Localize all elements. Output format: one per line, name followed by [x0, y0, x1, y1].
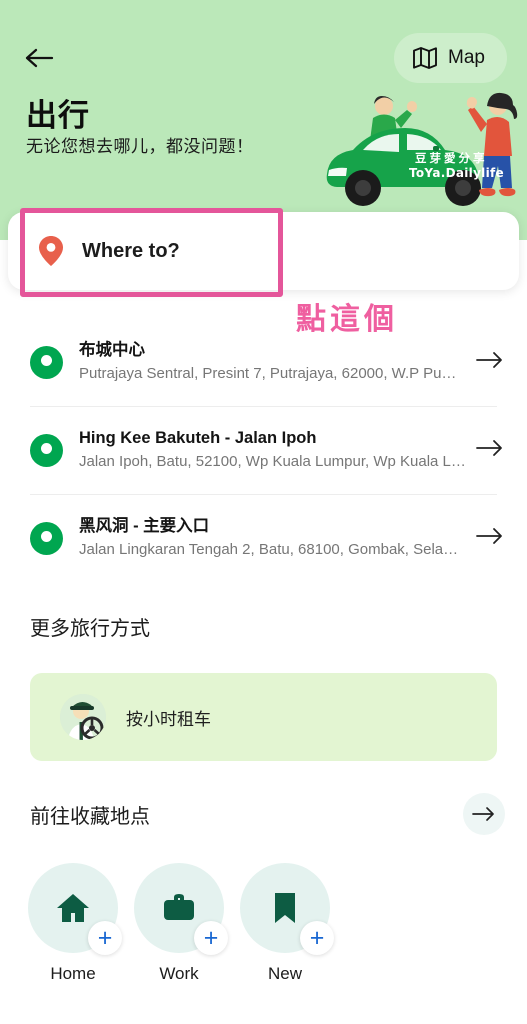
add-work-badge[interactable]: +	[194, 921, 228, 955]
bookmark-icon	[275, 893, 295, 923]
map-button[interactable]: Map	[394, 33, 507, 83]
favorites-row: + Home + Work + New	[28, 863, 334, 984]
suggestion-address: Putrajaya Sentral, Presint 7, Putrajaya,…	[79, 365, 457, 382]
suggestion-text: 布城中心 Putrajaya Sentral, Presint 7, Putra…	[79, 339, 475, 385]
driver-steering-wheel-icon	[60, 694, 106, 740]
location-pin-icon	[30, 521, 63, 555]
page-title: 出行	[26, 98, 90, 133]
hourly-rental-card[interactable]: 按小时租车	[30, 673, 497, 761]
add-new-badge[interactable]: +	[300, 921, 334, 955]
location-pin-icon	[30, 433, 63, 467]
favorite-new-circle[interactable]: +	[240, 863, 334, 955]
suggestion-list: 布城中心 Putrajaya Sentral, Presint 7, Putra…	[0, 318, 527, 582]
favorite-home[interactable]: + Home	[28, 863, 122, 984]
suggestion-title: 布城中心	[79, 341, 145, 359]
favorite-home-circle[interactable]: +	[28, 863, 122, 955]
location-pin-icon	[39, 236, 63, 266]
favorite-work-circle[interactable]: +	[134, 863, 228, 955]
briefcase-icon	[164, 894, 194, 920]
trip-planner-screen: Map 出行 无论您想去哪儿，都没问题！ 豆芽愛分享 ToYa.Dailylif…	[0, 0, 527, 1024]
arrow-right-icon	[472, 807, 494, 821]
favorites-more-button[interactable]	[463, 793, 505, 835]
favorite-home-label: Home	[50, 964, 96, 983]
car-scene-icon	[326, 92, 518, 206]
suggestion-title: 黑风洞 - 主要入口	[79, 517, 210, 535]
table-row[interactable]: Hing Kee Bakuteh - Jalan Ipoh Jalan Ipoh…	[0, 406, 527, 494]
table-row[interactable]: 黑风洞 - 主要入口 Jalan Lingkaran Tengah 2, Bat…	[0, 494, 527, 582]
header: Map 出行 无论您想去哪儿，都没问题！ 豆芽愛分享 ToYa.Dailylif…	[0, 0, 527, 240]
more-travel-heading: 更多旅行方式	[30, 618, 150, 640]
where-to-inner: Where to?	[38, 212, 180, 290]
where-to-placeholder: Where to?	[82, 239, 180, 262]
arrow-left-icon	[25, 48, 54, 68]
page-subtitle: 无论您想去哪儿，都没问题！	[26, 137, 254, 156]
suggestion-address: Jalan Ipoh, Batu, 52100, Wp Kuala Lumpur…	[79, 453, 466, 470]
suggestion-title: Hing Kee Bakuteh - Jalan Ipoh	[79, 429, 317, 447]
favorite-new[interactable]: + New	[240, 863, 334, 984]
home-icon	[57, 894, 89, 922]
hourly-rental-label: 按小时租车	[126, 709, 211, 729]
add-home-badge[interactable]: +	[88, 921, 122, 955]
map-icon	[413, 47, 437, 69]
table-row[interactable]: 布城中心 Putrajaya Sentral, Presint 7, Putra…	[0, 318, 527, 406]
where-to-search-field[interactable]: Where to?	[8, 212, 519, 290]
back-button[interactable]	[24, 38, 68, 78]
favorite-work[interactable]: + Work	[134, 863, 228, 984]
illustration-watermark-en: ToYa.Dailylife	[409, 166, 504, 180]
suggestion-text: Hing Kee Bakuteh - Jalan Ipoh Jalan Ipoh…	[79, 427, 475, 473]
arrow-right-icon[interactable]	[475, 351, 505, 374]
favorite-new-label: New	[267, 964, 302, 983]
hero-illustration: 豆芽愛分享 ToYa.Dailylife	[321, 82, 527, 212]
map-button-label: Map	[448, 47, 485, 68]
arrow-right-icon[interactable]	[475, 527, 505, 550]
favorites-heading: 前往收藏地点	[30, 806, 150, 828]
suggestion-address: Jalan Lingkaran Tengah 2, Batu, 68100, G…	[79, 541, 459, 558]
favorite-work-label: Work	[159, 964, 199, 983]
location-pin-icon	[30, 345, 63, 379]
arrow-right-icon[interactable]	[475, 439, 505, 462]
illustration-watermark-cn: 豆芽愛分享	[415, 151, 488, 165]
suggestion-text: 黑风洞 - 主要入口 Jalan Lingkaran Tengah 2, Bat…	[79, 515, 475, 561]
